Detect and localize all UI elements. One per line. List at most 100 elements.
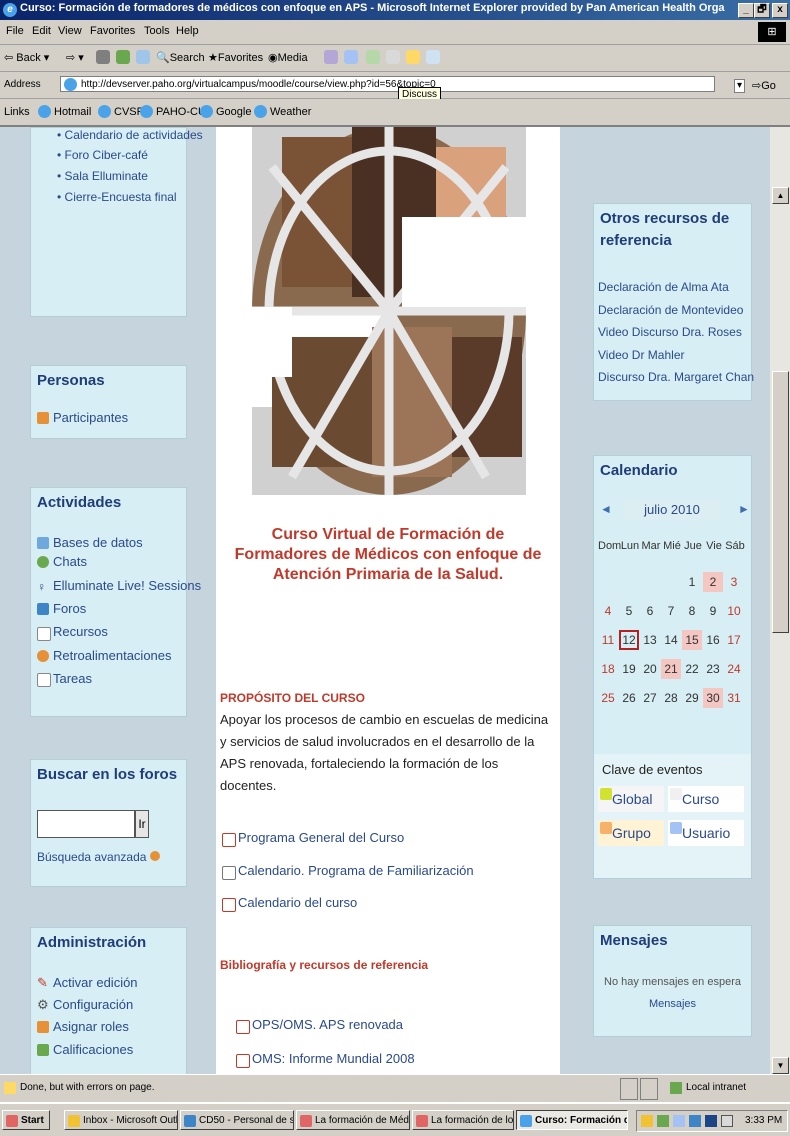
scroll-thumb[interactable] (772, 371, 789, 633)
messenger-icon[interactable] (426, 50, 440, 64)
history-icon[interactable] (324, 50, 338, 64)
home-icon[interactable] (136, 50, 150, 64)
scroll-up-button[interactable]: ▲ (772, 187, 789, 204)
stop-icon[interactable] (96, 50, 110, 64)
favorites-button[interactable]: ★Favorites (208, 51, 263, 64)
menu-edit[interactable]: Edit (32, 25, 51, 37)
task-outlook[interactable]: Inbox - Microsoft Outlook (64, 1110, 178, 1130)
menu-tools[interactable]: Tools (144, 25, 170, 37)
address-dropdown-icon[interactable]: ▾ (734, 79, 746, 93)
menu-file[interactable]: File (6, 25, 24, 37)
link-google[interactable]: Google (216, 106, 251, 118)
calendar-next-icon[interactable]: ► (738, 502, 750, 516)
resource-familiarization-link[interactable]: Calendario. Programa de Familiarización (238, 863, 474, 878)
menu-view[interactable]: View (58, 25, 82, 37)
restore-button[interactable]: 🗗 (754, 3, 770, 18)
tray-icon[interactable] (673, 1115, 685, 1127)
vertical-scrollbar[interactable]: ▲ ▼ (770, 127, 790, 1074)
link-alma-ata[interactable]: Declaración de Alma Ata (598, 280, 729, 294)
window-title-bar[interactable]: e Curso: Formación de formadores de médi… (0, 0, 790, 20)
activity-assignments[interactable]: Tareas (53, 671, 92, 686)
search-input[interactable] (37, 810, 135, 838)
list-item[interactable]: • Cierre-Encuesta final (57, 190, 177, 204)
link-video-mahler[interactable]: Video Dr Mahler (598, 348, 684, 362)
task-formacion-los[interactable]: La formación de los Mé... (412, 1110, 514, 1130)
status-panel (620, 1078, 638, 1100)
search-button[interactable]: 🔍Search (156, 51, 205, 64)
task-cd50[interactable]: CD50 - Personal de salu... (180, 1110, 294, 1130)
menu-bar: File Edit View Favorites Tools Help ⊞ (0, 20, 790, 45)
list-item[interactable]: • Foro Ciber-café (57, 148, 148, 162)
key-course[interactable]: Curso (668, 786, 744, 812)
menu-favorites[interactable]: Favorites (90, 25, 135, 37)
activity-chats[interactable]: Chats (53, 554, 87, 569)
resource-program-link[interactable]: Programa General del Curso (238, 830, 404, 845)
help-icon[interactable] (149, 851, 160, 861)
advanced-search-link[interactable]: Búsqueda avanzada (37, 850, 160, 864)
key-group[interactable]: Grupo (598, 820, 664, 846)
calendar-month[interactable]: julio 2010 (624, 500, 720, 520)
participants-link[interactable]: Participantes (53, 410, 128, 425)
edit-icon[interactable] (386, 50, 400, 64)
admin-assign-roles[interactable]: Asignar roles (53, 1019, 129, 1034)
messages-empty: No hay mensajes en espera (604, 976, 741, 988)
search-go-button[interactable]: Ir (135, 810, 149, 838)
list-item[interactable]: • Sala Elluminate (57, 169, 148, 183)
edit-pencil-icon: ✎ (37, 975, 48, 990)
discuss-icon[interactable] (406, 50, 420, 64)
link-weather[interactable]: Weather (270, 106, 311, 118)
calendar-day[interactable]: 21 (661, 659, 681, 679)
calendar-day[interactable]: 30 (703, 688, 723, 708)
refresh-icon[interactable] (116, 50, 130, 64)
minimize-button[interactable]: _ (738, 3, 754, 18)
calendar-prev-icon[interactable]: ◄ (600, 502, 612, 516)
calendar-day[interactable]: 2 (703, 572, 723, 592)
media-button[interactable]: ◉Media (268, 51, 308, 64)
link-discurso-chan[interactable]: Discurso Dra. Margaret Chan (598, 370, 754, 384)
tray-icon[interactable] (689, 1115, 701, 1127)
calendar-day[interactable]: 15 (682, 630, 702, 650)
back-button[interactable]: ⇦ Back ▾ (4, 51, 49, 64)
language-icon[interactable] (705, 1115, 717, 1127)
link-video-roses[interactable]: Video Discurso Dra. Roses (598, 325, 742, 339)
key-global[interactable]: Global (598, 786, 664, 812)
activity-forums[interactable]: Foros (53, 601, 86, 616)
calendar-weekday: Sáb (725, 540, 745, 552)
biblio-aps-link[interactable]: OPS/OMS. APS renovada (252, 1017, 403, 1032)
menu-help[interactable]: Help (176, 25, 199, 37)
admin-settings[interactable]: Configuración (53, 997, 133, 1012)
mail-tray-icon[interactable] (721, 1115, 733, 1127)
start-button[interactable]: Start (2, 1110, 50, 1130)
activity-databases[interactable]: Bases de datos (53, 535, 143, 550)
admin-grades[interactable]: Calificaciones (53, 1042, 133, 1057)
biblio-who-report-link[interactable]: OMS: Informe Mundial 2008 (252, 1051, 415, 1066)
go-button[interactable]: ⇨Go (752, 79, 776, 92)
bibliography-heading: Bibliografía y recursos de referencia (220, 958, 429, 972)
key-user[interactable]: Usuario (668, 820, 744, 846)
tray-icon[interactable] (641, 1115, 653, 1127)
calendar-day: 9 (709, 604, 717, 618)
course-banner-graphic (252, 127, 526, 495)
task-formacion-medico[interactable]: La formación de Médico... (296, 1110, 410, 1130)
ie-icon (200, 105, 213, 118)
course-event-icon (670, 788, 682, 800)
task-curso-active[interactable]: Curso: Formación d... (516, 1110, 628, 1130)
warning-icon[interactable] (4, 1082, 16, 1094)
print-icon[interactable] (366, 50, 380, 64)
activity-elluminate[interactable]: Elluminate Live! Sessions (53, 578, 201, 593)
forward-button[interactable]: ⇨ ▾ (66, 51, 84, 64)
activity-feedback[interactable]: Retroalimentaciones (53, 648, 172, 663)
activity-resources[interactable]: Recursos (53, 624, 108, 639)
mail-icon[interactable] (344, 50, 358, 64)
list-item[interactable]: • Calendario de actividades (57, 128, 203, 142)
messages-link[interactable]: Mensajes (594, 998, 751, 1010)
tray-icon[interactable] (657, 1115, 669, 1127)
link-paho-cu[interactable]: PAHO-CU (156, 106, 206, 118)
address-input[interactable]: http://devserver.paho.org/virtualcampus/… (60, 76, 715, 92)
link-montevideo[interactable]: Declaración de Montevideo (598, 303, 743, 317)
scroll-down-button[interactable]: ▼ (772, 1057, 789, 1074)
close-button[interactable]: x (772, 3, 788, 18)
admin-turn-editing-on[interactable]: Activar edición (53, 975, 138, 990)
resource-calendar-link[interactable]: Calendario del curso (238, 895, 357, 910)
link-hotmail[interactable]: Hotmail (54, 106, 91, 118)
